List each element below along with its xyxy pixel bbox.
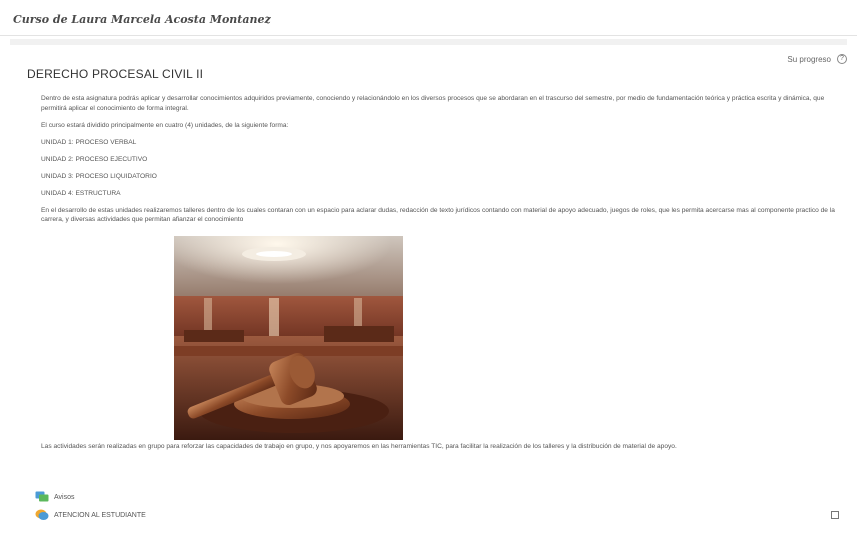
activity-avisos[interactable]: Avisos <box>35 491 75 503</box>
activity-label[interactable]: ATENCION AL ESTUDIANTE <box>54 512 146 519</box>
unit-item: UNIDAD 1: PROCESO VERBAL <box>41 138 137 146</box>
summary-paragraph: En el desarrollo de estas unidades reali… <box>41 206 835 224</box>
section-title: DERECHO PROCESAL CIVIL II <box>27 67 204 81</box>
summary-paragraph: El curso estará dividido principalmente … <box>41 121 289 129</box>
help-icon[interactable]: ? <box>837 54 847 64</box>
progress-label: Su progreso <box>787 54 831 64</box>
forum-icon <box>35 491 49 503</box>
summary-paragraph: Dentro de esta asignatura podrás aplicar… <box>41 95 825 112</box>
completion-checkbox[interactable] <box>831 511 839 519</box>
section-summary: Dentro de esta asignatura podrás aplicar… <box>41 94 851 232</box>
activity-label[interactable]: Avisos <box>54 494 75 501</box>
navbar-strip <box>10 39 847 45</box>
unit-item: UNIDAD 2: PROCESO EJECUTIVO <box>41 155 148 163</box>
unit-item: UNIDAD 3: PROCESO LIQUIDATORIO <box>41 172 157 180</box>
progress-indicator: Su progreso ? <box>787 54 847 64</box>
chat-icon <box>35 509 49 521</box>
course-header: Curso de Laura Marcela Acosta Montanez <box>0 0 857 36</box>
course-title[interactable]: Curso de Laura Marcela Acosta Montanez <box>13 13 271 26</box>
closing-paragraph: Las actividades serán realizadas en grup… <box>41 443 677 450</box>
unit-item: UNIDAD 4: ESTRUCTURA <box>41 189 121 197</box>
courtroom-gavel-image <box>174 236 403 440</box>
activity-atencion-estudiante[interactable]: ATENCION AL ESTUDIANTE <box>35 509 146 521</box>
